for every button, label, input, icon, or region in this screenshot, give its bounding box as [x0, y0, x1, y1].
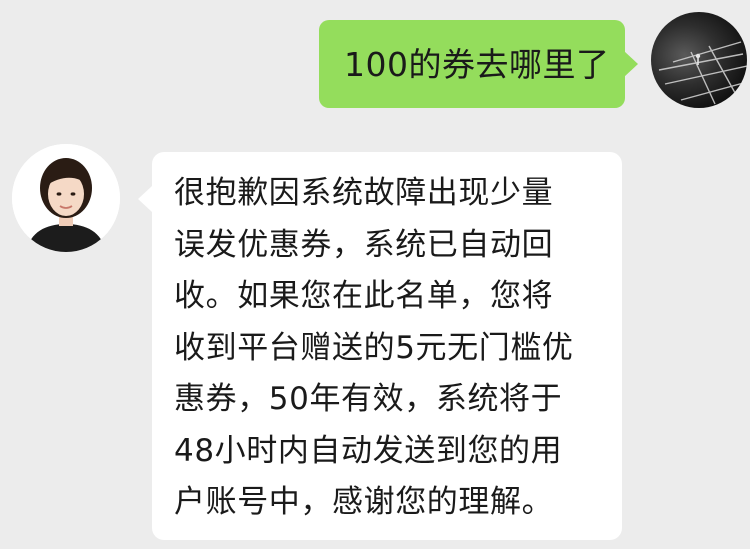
- received-message-line: 很抱歉因系统故障出现少量: [174, 175, 554, 211]
- received-message-bubble[interactable]: 很抱歉因系统故障出现少量 误发优惠券，系统已自动回 收。如果您在此名单，您将 收…: [138, 152, 622, 540]
- sent-message-bubble[interactable]: 100的券去哪里了: [319, 20, 638, 108]
- chat-area[interactable]: 100的券去哪里了 很抱歉因系统故障出现少量 误发优惠券，系统已自动回 收。如果…: [0, 0, 750, 549]
- received-message-line: 户账号中，感谢您的理解。: [174, 484, 554, 520]
- sent-message-text: 100的券去哪里了: [344, 44, 610, 84]
- received-message-line: 惠券，50年有效，系统将于: [174, 381, 563, 417]
- user-avatar[interactable]: [651, 12, 747, 108]
- dark-court-photo-icon: [658, 41, 747, 105]
- agent-avatar[interactable]: [12, 144, 120, 252]
- woman-portrait-icon: [12, 144, 120, 252]
- received-message-line: 48小时内自动发送到您的用: [174, 432, 563, 469]
- received-message-line: 收到平台赠送的5元无门槛优: [174, 329, 574, 366]
- received-message-line: 误发优惠券，系统已自动回: [174, 226, 554, 263]
- received-message-line: 收。如果您在此名单，您将: [174, 278, 554, 314]
